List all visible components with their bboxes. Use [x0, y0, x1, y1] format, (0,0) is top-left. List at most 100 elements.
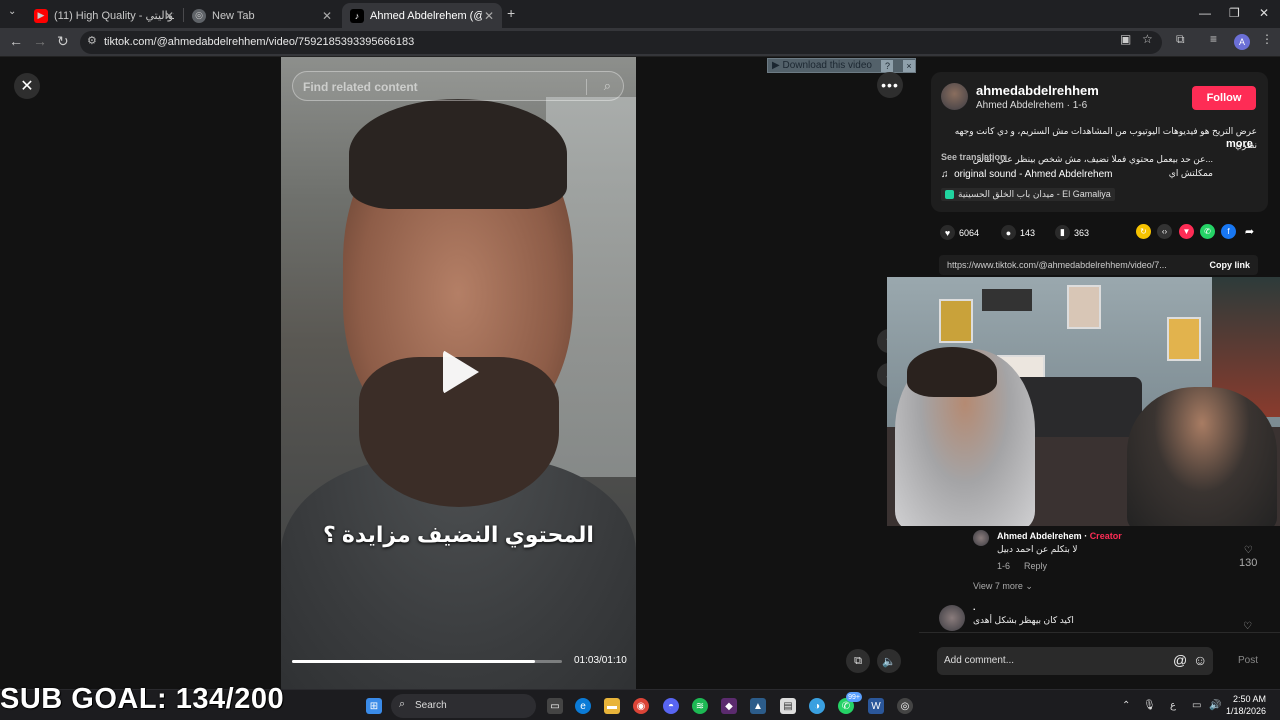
app-icon[interactable]: ◑	[809, 698, 825, 714]
chrome-icon[interactable]: ◉	[633, 698, 649, 714]
notepad-icon[interactable]: ▤	[780, 698, 796, 714]
volume-tray-icon[interactable]: 🔊	[1209, 700, 1221, 711]
tiktok-icon: ♪	[350, 8, 364, 23]
comment-avatar[interactable]	[973, 530, 989, 546]
microphone-icon[interactable]: 🎙	[1143, 700, 1156, 711]
more-options-icon[interactable]: •••	[877, 72, 903, 98]
author-avatar[interactable]	[941, 83, 968, 110]
cast-icon[interactable]: ▣	[1120, 32, 1131, 46]
restore-icon[interactable]: ❐	[1229, 6, 1240, 20]
file-explorer-icon[interactable]: ▬	[604, 698, 620, 714]
embed-icon[interactable]: ‹›	[1157, 224, 1172, 239]
reading-list-icon[interactable]: ≡	[1210, 32, 1217, 46]
play-icon[interactable]	[443, 350, 479, 394]
extensions-icon[interactable]: ⧉	[1176, 32, 1185, 47]
comment-date: 1-6	[997, 561, 1011, 571]
new-tab-plus-icon[interactable]: +	[507, 5, 515, 21]
network-icon[interactable]: ▭	[1192, 700, 1201, 711]
globe-icon: ◎	[192, 8, 206, 23]
volume-icon[interactable]: 🔈	[877, 649, 901, 673]
add-comment-bar: Add comment... @ ☺ Post	[919, 632, 1280, 689]
comment-avatar[interactable]	[939, 605, 965, 631]
post-info-card: ahmedabdelrehhem Ahmed Abdelrehem · 1-6 …	[931, 72, 1268, 212]
discord-icon[interactable]: ◓	[663, 698, 679, 714]
close-tab-icon[interactable]: ✕	[164, 9, 174, 23]
share-link-text[interactable]: https://www.tiktok.com/@ahmedabdelrehhem…	[947, 260, 1193, 270]
share-arrow-icon[interactable]: ➦	[1242, 224, 1257, 239]
wall-poster	[939, 299, 973, 343]
video-caption: المحتوي النضيف مزايدة ؟	[323, 522, 594, 547]
tab-high-quality[interactable]: ▶ (11) High Quality - عماي كواليتي ✕	[26, 3, 182, 28]
menu-kebab-icon[interactable]: ⋮	[1261, 32, 1273, 46]
view-more-replies[interactable]: View 7 more ⌄	[973, 581, 1033, 592]
creator-badge: Creator	[1089, 531, 1122, 541]
language-indicator[interactable]: ع	[1170, 700, 1176, 711]
see-translation-link[interactable]: See translation	[941, 152, 1006, 162]
reply-button[interactable]: Reply	[1024, 561, 1047, 571]
whatsapp-icon[interactable]: ✆	[1200, 224, 1215, 239]
webcam-shelf	[982, 289, 1032, 311]
taskbar-search[interactable]: ⌕ Search	[391, 694, 536, 718]
back-arrow-icon[interactable]: ←	[9, 33, 23, 49]
tab-new-tab[interactable]: ◎ New Tab ✕	[184, 3, 340, 28]
forward-arrow-icon[interactable]: →	[33, 33, 47, 49]
close-video-button[interactable]: ✕	[14, 73, 40, 99]
tab-tiktok[interactable]: ♪ Ahmed Abdelrehem (@ahmedab ✕	[342, 3, 502, 28]
close-download-icon[interactable]: ×	[903, 59, 915, 72]
bookmark-star-icon[interactable]: ☆	[1142, 32, 1153, 46]
mention-icon[interactable]: @	[1173, 652, 1187, 668]
facebook-icon[interactable]: f	[1221, 224, 1236, 239]
heart-outline-icon: ♡	[1243, 621, 1252, 632]
bookmark-icon: ▮	[1055, 225, 1070, 240]
like-button[interactable]: ♥ 6064	[940, 225, 979, 240]
comment-like-button[interactable]: ♡	[1243, 621, 1252, 632]
follow-button[interactable]: Follow	[1192, 86, 1256, 110]
miniplayer-icon[interactable]: ⧉	[846, 649, 870, 673]
help-icon[interactable]: ?	[881, 59, 894, 72]
music-note-icon: ♫	[941, 169, 949, 180]
add-comment-input[interactable]: Add comment... @ ☺	[937, 647, 1213, 675]
omnibox[interactable]: ⚙ tiktok.com/@ahmedabdelrehhem/video/759…	[80, 31, 1162, 54]
video-subject-hair	[349, 99, 567, 209]
download-video-bar[interactable]: ▶ Download this video ? ×	[767, 58, 916, 73]
send-icon[interactable]: ▼	[1179, 224, 1194, 239]
video-time: 01:03/01:10	[574, 655, 627, 666]
edge-icon[interactable]: e	[575, 698, 591, 714]
location-tag[interactable]: ميدان باب الخلق الحسينية - El Gamaliya	[941, 188, 1115, 201]
windows-start-icon[interactable]: ⊞	[366, 698, 382, 714]
more-link[interactable]: more	[1226, 138, 1253, 150]
minimize-icon[interactable]: —	[1199, 6, 1211, 20]
copy-link-button[interactable]: Copy link	[1209, 260, 1250, 270]
video-progress-bar[interactable]	[292, 660, 562, 663]
word-icon[interactable]: W	[868, 698, 884, 714]
close-tab-icon[interactable]: ✕	[484, 9, 494, 23]
save-button[interactable]: ▮ 363	[1055, 225, 1089, 240]
app-icon[interactable]: ▲	[750, 698, 766, 714]
comment-like-button[interactable]: ♡ 130	[1239, 545, 1257, 569]
app-icon[interactable]: ◎	[897, 698, 913, 714]
close-window-icon[interactable]: ✕	[1259, 6, 1269, 20]
tab-search-icon[interactable]: ⌄	[8, 6, 16, 17]
location-pin-icon	[945, 190, 954, 199]
url-text[interactable]: tiktok.com/@ahmedabdelrehhem/video/75921…	[104, 36, 414, 48]
profile-avatar[interactable]: A	[1234, 34, 1250, 50]
site-info-icon[interactable]: ⚙	[87, 34, 97, 47]
sound-link[interactable]: ♫ original sound - Ahmed Abdelrehem	[941, 169, 1113, 180]
reload-icon[interactable]: ↻	[57, 33, 69, 50]
app-icon[interactable]: ◆	[721, 698, 737, 714]
author-subtitle: Ahmed Abdelrehem · 1-6	[976, 100, 1088, 111]
comment-icon: ●	[1001, 225, 1016, 240]
tray-chevron-icon[interactable]: ⌃	[1122, 700, 1130, 711]
task-view-icon[interactable]: ▭	[547, 698, 563, 714]
comment-button[interactable]: ● 143	[1001, 225, 1035, 240]
close-tab-icon[interactable]: ✕	[322, 9, 332, 23]
spotify-icon[interactable]: ≋	[692, 698, 708, 714]
search-icon[interactable]: ⌕	[604, 78, 611, 94]
find-related-search[interactable]: Find related content ⌕	[292, 71, 624, 101]
post-comment-button[interactable]: Post	[1238, 655, 1258, 666]
repost-icon[interactable]: ↻	[1136, 224, 1151, 239]
emoji-icon[interactable]: ☺	[1193, 652, 1207, 668]
system-clock[interactable]: 2:50 AM 1/18/2026	[1226, 693, 1266, 717]
author-handle[interactable]: ahmedabdelrehhem	[976, 83, 1099, 98]
comment-text: اكيد كان بيهظر بشكل أهدى	[973, 615, 1074, 625]
